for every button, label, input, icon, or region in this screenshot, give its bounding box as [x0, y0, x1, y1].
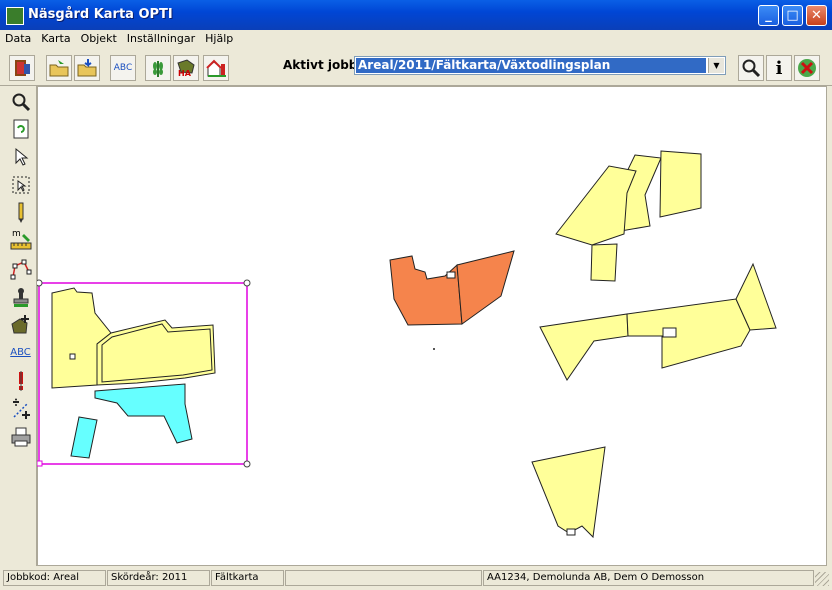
minimize-button[interactable]: _ [758, 5, 779, 26]
refresh-tool[interactable] [9, 117, 32, 140]
divide-add-icon [12, 398, 30, 419]
field-polygon[interactable] [590, 243, 618, 282]
pencil-tool[interactable] [9, 201, 32, 224]
save-folder-button[interactable] [74, 55, 100, 81]
field-hole [69, 353, 76, 360]
field-polygon[interactable] [555, 165, 637, 246]
cancel-button[interactable] [794, 55, 820, 81]
menu-karta[interactable]: Karta [36, 30, 75, 45]
open-folder-button[interactable] [46, 55, 72, 81]
field-polygon[interactable] [659, 150, 702, 218]
measure-label: m [12, 229, 21, 239]
info-icon: i [775, 57, 783, 79]
add-field-tool[interactable] [9, 313, 32, 336]
area-select-icon [12, 176, 29, 193]
wheat-icon [153, 61, 163, 77]
edit-nodes-tool[interactable] [9, 257, 32, 280]
select-tool[interactable] [9, 145, 32, 168]
menu-hjalp[interactable]: Hjälp [200, 30, 238, 45]
farm-house-icon [206, 59, 226, 77]
text-tool-label: ABC [10, 347, 31, 358]
farm-button[interactable] [203, 55, 229, 81]
field-polygon-orange[interactable] [456, 250, 515, 325]
field-polygon[interactable] [531, 446, 606, 539]
app-icon [6, 7, 24, 25]
open-folder-icon [49, 60, 69, 77]
field-polygon[interactable] [539, 313, 629, 381]
status-jobbkod: Jobbkod: Areal [3, 570, 106, 586]
status-view: Fältkarta [211, 570, 284, 586]
resize-grip-icon[interactable] [815, 572, 829, 586]
print-tool[interactable] [9, 425, 32, 448]
info-button[interactable]: i [766, 55, 792, 81]
printer-icon [11, 427, 30, 446]
abc-label: ABC [113, 63, 133, 73]
stamp-tool[interactable] [9, 285, 32, 308]
field-area-button[interactable]: HA [173, 55, 199, 81]
field-polygon-orange[interactable] [389, 255, 463, 326]
search-button[interactable] [738, 55, 764, 81]
selection-handle[interactable] [243, 279, 251, 287]
selection-handle[interactable] [37, 460, 43, 467]
title-bar: Näsgård Karta OPTI _ □ ✕ [0, 0, 832, 30]
active-job-select[interactable]: Areal/2011/Fältkarta/Växtodlingsplan ▼ [354, 56, 726, 75]
map-drawing [37, 150, 777, 539]
menu-installningar[interactable]: Inställningar [122, 30, 200, 45]
dropdown-arrow-icon[interactable]: ▼ [708, 58, 724, 73]
field-polygon[interactable] [626, 298, 751, 369]
active-job-label: Aktivt jobb [283, 58, 358, 72]
spelling-abc-button[interactable]: ABC [110, 55, 136, 81]
text-tool[interactable]: ABC [9, 341, 32, 364]
node-edit-icon [10, 259, 31, 279]
selection-handle[interactable] [243, 460, 251, 468]
search-icon [742, 59, 761, 78]
menu-data[interactable]: Data [0, 30, 36, 45]
cancel-icon [798, 59, 816, 77]
exit-door-button[interactable] [9, 55, 35, 81]
ha-label: HA [178, 69, 191, 78]
field-polygon[interactable] [70, 416, 98, 459]
active-job-value: Areal/2011/Fältkarta/Växtodlingsplan [356, 58, 706, 73]
map-point [433, 348, 435, 350]
field-hole [662, 327, 677, 338]
status-empty [285, 570, 482, 586]
zoom-icon [12, 93, 30, 111]
field-polygon[interactable] [94, 383, 193, 444]
crop-button[interactable] [145, 55, 171, 81]
add-field-icon [10, 314, 29, 333]
split-tool[interactable] [9, 397, 32, 420]
measure-tool[interactable]: m [9, 229, 32, 252]
close-button[interactable]: ✕ [806, 5, 827, 26]
exit-door-icon [15, 60, 30, 76]
status-skordear: Skördeår: 2011 [107, 570, 210, 586]
marker-tool[interactable] [9, 369, 32, 392]
selection-handle[interactable] [37, 279, 43, 287]
pencil-icon [18, 202, 23, 223]
window-title: Näsgård Karta OPTI [28, 7, 173, 22]
status-bar: Jobbkod: Areal Skördeår: 2011 Fältkarta … [0, 569, 832, 590]
area-select-tool[interactable] [9, 173, 32, 196]
zoom-tool[interactable] [9, 90, 32, 113]
map-canvas[interactable] [37, 86, 827, 566]
refresh-page-icon [13, 119, 28, 138]
field-hole [446, 271, 456, 279]
maximize-button[interactable]: □ [782, 5, 803, 26]
status-customer: AA1234, Demolunda AB, Dem O Demosson [483, 570, 814, 586]
menu-bar: Data Karta Objekt Inställningar Hjälp [0, 30, 832, 48]
stamp-icon [13, 287, 28, 307]
save-folder-icon [77, 59, 97, 77]
exclamation-marker-icon [18, 370, 23, 391]
field-hole [566, 528, 576, 536]
pointer-icon [15, 147, 28, 166]
menu-objekt[interactable]: Objekt [76, 30, 122, 45]
